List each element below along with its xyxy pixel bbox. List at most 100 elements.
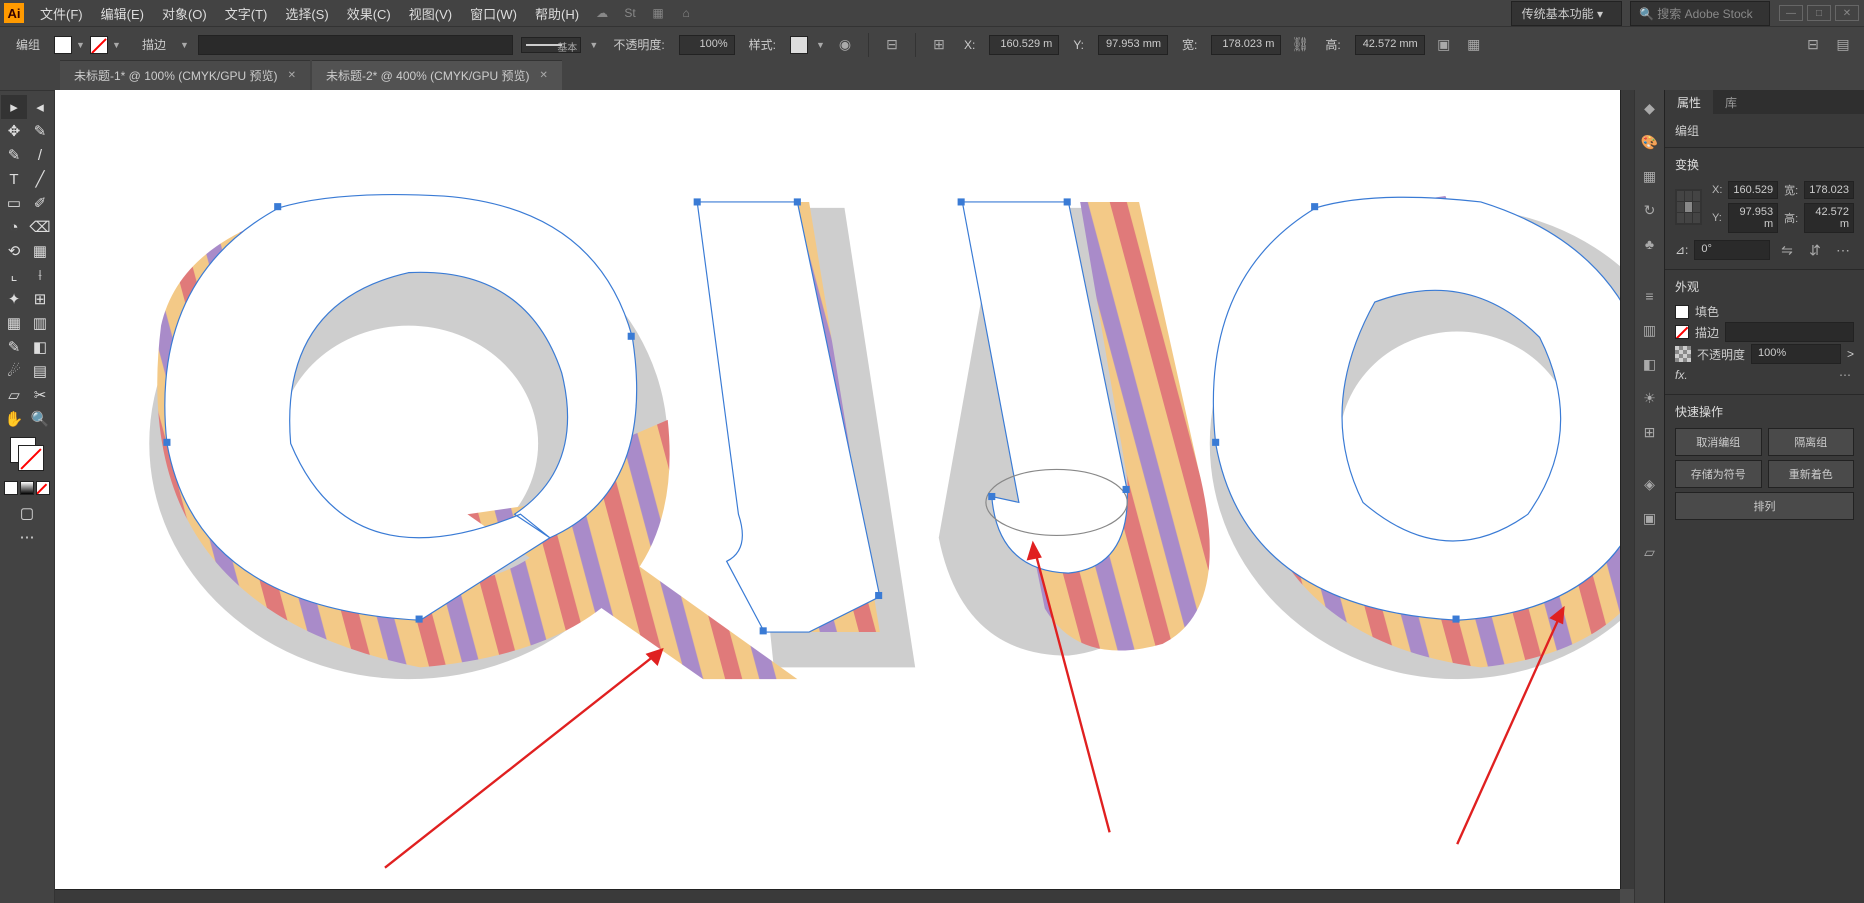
brushes-icon[interactable]: ↻ xyxy=(1638,198,1662,222)
close-icon[interactable]: ✕ xyxy=(288,70,296,81)
opacity-field[interactable]: 100% xyxy=(1751,344,1841,364)
type-tool[interactable]: T xyxy=(1,167,27,191)
perspective-tool[interactable]: ⊞ xyxy=(27,287,53,311)
gradient-tool[interactable]: ▥ xyxy=(27,311,53,335)
tab-libraries[interactable]: 库 xyxy=(1713,90,1749,114)
menu-view[interactable]: 视图(V) xyxy=(401,1,460,26)
layers-icon[interactable]: ◈ xyxy=(1638,472,1662,496)
gradient-mode[interactable] xyxy=(20,481,34,495)
eraser-tool[interactable]: ⌫ xyxy=(27,215,53,239)
arrange-icon[interactable]: ▦ xyxy=(647,3,669,23)
menu-effect[interactable]: 效果(C) xyxy=(339,1,399,26)
document-tab[interactable]: 未标题-1* @ 100% (CMYK/GPU 预览)✕ xyxy=(60,60,310,90)
rotate-tool[interactable]: ⟲ xyxy=(1,239,27,263)
chevron-down-icon[interactable]: ▼ xyxy=(180,40,190,50)
artboard-tool[interactable]: ▱ xyxy=(1,383,27,407)
panel-menu-icon[interactable]: ▤ xyxy=(1832,34,1854,56)
collapse-icon[interactable]: ⊟ xyxy=(1802,34,1824,56)
blend-tool[interactable]: ◧ xyxy=(27,335,53,359)
x-field[interactable]: 160.529 m xyxy=(989,35,1059,55)
stroke-weight[interactable] xyxy=(1725,322,1854,342)
y-field[interactable]: 97.953 mm xyxy=(1098,35,1168,55)
shaper-tool[interactable]: ◔ xyxy=(1,215,27,239)
more-icon[interactable]: ⋯ xyxy=(1832,239,1854,261)
appearance-icon[interactable]: ☀ xyxy=(1638,386,1662,410)
width-tool[interactable]: ⌞ xyxy=(1,263,27,287)
color-icon[interactable]: 🎨 xyxy=(1638,130,1662,154)
edit-toolbar[interactable]: ⋯ xyxy=(14,525,40,549)
wand-tool[interactable]: ✥ xyxy=(1,119,27,143)
artboards-icon[interactable]: ▱ xyxy=(1638,540,1662,564)
fill-swatch[interactable] xyxy=(1675,305,1689,319)
reference-point[interactable] xyxy=(1675,189,1702,225)
ungroup-button[interactable]: 取消编组 xyxy=(1675,428,1762,456)
height-field[interactable]: 42.572 mm xyxy=(1355,35,1425,55)
prop-y-field[interactable]: 97.953 m xyxy=(1728,203,1778,233)
menu-window[interactable]: 窗口(W) xyxy=(462,1,525,26)
stroke-icon[interactable]: ≡ xyxy=(1638,284,1662,308)
swatches-icon[interactable]: ▦ xyxy=(1638,164,1662,188)
style-swatch[interactable] xyxy=(790,36,808,54)
eyedropper-tool[interactable]: ✎ xyxy=(1,335,27,359)
menu-type[interactable]: 文字(T) xyxy=(217,1,276,26)
brush-tool[interactable]: ✐ xyxy=(27,191,53,215)
opacity-field[interactable]: 100% xyxy=(679,35,735,55)
fill-swatch[interactable] xyxy=(54,36,72,54)
rectangle-tool[interactable]: ▭ xyxy=(1,191,27,215)
line-tool[interactable]: ╱ xyxy=(27,167,53,191)
window-close[interactable]: ✕ xyxy=(1835,5,1859,21)
scale-tool[interactable]: ▦ xyxy=(27,239,53,263)
asset-export-icon[interactable]: ▣ xyxy=(1638,506,1662,530)
stroke-weight[interactable] xyxy=(198,35,513,55)
flip-h-icon[interactable]: ⇋ xyxy=(1776,239,1798,261)
flip-v-icon[interactable]: ⇵ xyxy=(1804,239,1826,261)
recolor-button[interactable]: 重新着色 xyxy=(1768,460,1855,488)
menu-edit[interactable]: 编辑(E) xyxy=(93,1,152,26)
stroke-swatch[interactable] xyxy=(90,36,108,54)
fx-label[interactable]: fx. xyxy=(1675,368,1688,382)
graphic-styles-icon[interactable]: ⊞ xyxy=(1638,420,1662,444)
stock-icon[interactable]: St xyxy=(619,3,641,23)
prop-x-field[interactable]: 160.529 xyxy=(1728,181,1778,199)
window-minimize[interactable]: — xyxy=(1779,5,1803,21)
mask-icon[interactable]: ▦ xyxy=(1463,34,1485,56)
gradient-icon[interactable]: ▥ xyxy=(1638,318,1662,342)
width-field[interactable]: 178.023 m xyxy=(1211,35,1281,55)
menu-object[interactable]: 对象(O) xyxy=(154,1,215,26)
save-symbol-button[interactable]: 存储为符号 xyxy=(1675,460,1762,488)
canvas[interactable] xyxy=(55,90,1634,903)
window-maximize[interactable]: □ xyxy=(1807,5,1831,21)
color-mode[interactable] xyxy=(4,481,18,495)
shape-builder-tool[interactable]: ✦ xyxy=(1,287,27,311)
menu-help[interactable]: 帮助(H) xyxy=(527,1,587,26)
none-mode[interactable] xyxy=(36,481,50,495)
isolate-button[interactable]: 隔离组 xyxy=(1768,428,1855,456)
document-tab[interactable]: 未标题-2* @ 400% (CMYK/GPU 预览)✕ xyxy=(312,60,562,90)
transparency-icon[interactable]: ◧ xyxy=(1638,352,1662,376)
direct-select-tool[interactable]: ◂ xyxy=(27,95,53,119)
chevron-down-icon[interactable]: ▼ xyxy=(589,40,599,50)
properties-icon[interactable]: ◆ xyxy=(1638,96,1662,120)
prop-h-field[interactable]: 42.572 m xyxy=(1804,203,1854,233)
align-icon[interactable]: ⊟ xyxy=(881,34,903,56)
vertical-scrollbar[interactable] xyxy=(1620,90,1634,889)
transform-icon[interactable]: ⊞ xyxy=(928,34,950,56)
cloud-icon[interactable]: ☁ xyxy=(591,3,613,23)
chevron-down-icon[interactable]: ▼ xyxy=(76,40,86,50)
stroke-swatch[interactable] xyxy=(1675,325,1689,339)
arrange-button[interactable]: 排列 xyxy=(1675,492,1854,520)
horizontal-scrollbar[interactable] xyxy=(55,889,1620,903)
link-wh-icon[interactable]: ⛓ xyxy=(1289,34,1311,56)
symbols-icon[interactable]: ♣ xyxy=(1638,232,1662,256)
home-icon[interactable]: ⌂ xyxy=(675,3,697,23)
lasso-tool[interactable]: ✎ xyxy=(27,119,53,143)
angle-field[interactable]: 0° xyxy=(1694,240,1770,260)
chevron-down-icon[interactable]: ▼ xyxy=(112,40,122,50)
fill-stroke-widget[interactable] xyxy=(10,437,44,471)
recolor-icon[interactable]: ◉ xyxy=(834,34,856,56)
more-icon[interactable]: ⋯ xyxy=(1836,366,1854,384)
zoom-tool[interactable]: 🔍 xyxy=(27,407,53,431)
graph-tool[interactable]: ▤ xyxy=(27,359,53,383)
symbol-sprayer-tool[interactable]: ☄ xyxy=(1,359,27,383)
menu-file[interactable]: 文件(F) xyxy=(32,1,91,26)
